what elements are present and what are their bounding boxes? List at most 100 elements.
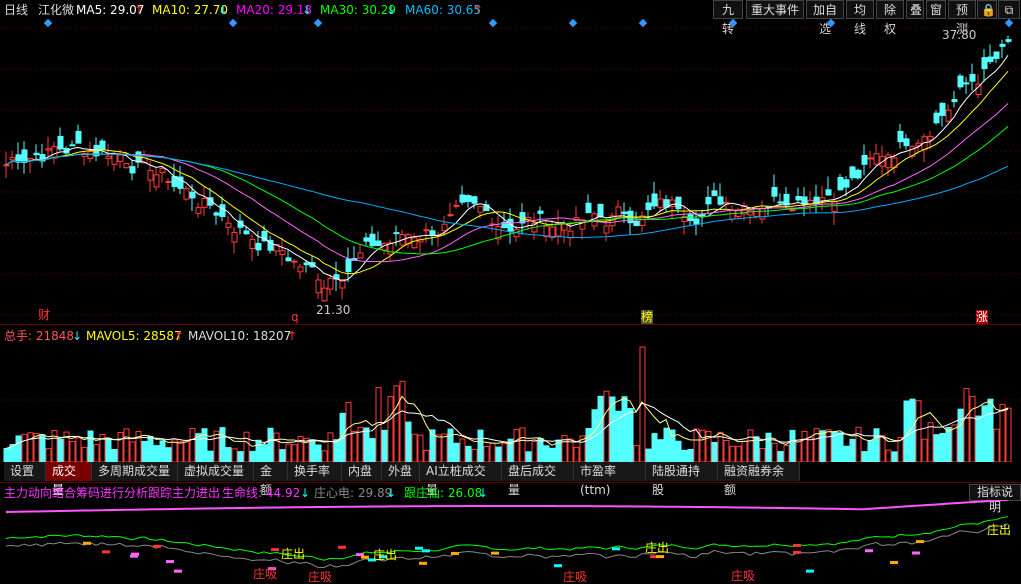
candle-body [279,250,286,256]
event-diamond[interactable] [728,18,738,28]
volume-bar [741,440,748,462]
toolbar-button[interactable]: 均线 [846,0,874,36]
toolbar-button[interactable]: 预测 [948,0,976,36]
volume-bar [957,408,964,462]
toolbar-button[interactable]: 九转 [713,0,743,36]
indicator-chart[interactable] [0,500,1021,583]
toolbar-button[interactable]: 加自选 [806,0,844,36]
candle-body [363,237,370,242]
volume-chart[interactable] [0,342,1021,462]
volume-bar [495,446,502,462]
life-line [5,500,1009,513]
volume-bar [183,439,190,462]
volume-bar [999,403,1006,462]
candle-body [459,194,466,203]
marker-cai[interactable]: 财 [38,308,50,322]
volume-bar [321,450,328,462]
volume-bar [387,396,394,462]
volume-legend-item: MAVOL5: 28587 [86,329,182,343]
toolbar-button[interactable]: 除权 [876,0,904,36]
candle-body [555,222,562,237]
indicator-tab[interactable]: 外盘 [382,462,420,481]
candle-body [1005,39,1012,42]
indicator-tab[interactable]: 金额 [254,462,288,497]
event-diamond[interactable] [313,18,323,28]
volume-bar [399,380,406,462]
candle-body [849,166,856,179]
volume-bar [249,450,256,462]
volume-bar [939,433,946,462]
volume-bar [885,449,892,462]
volume-bar [435,434,442,462]
candle-body [453,204,460,207]
event-diamond[interactable] [488,18,498,28]
candle-body [411,237,418,249]
period-label[interactable]: 日线 [4,3,28,17]
lock-icon[interactable]: 🔒 [977,0,997,19]
candle-body [621,211,628,215]
volume-bar [981,405,988,462]
restore-icon[interactable]: ⧉ [998,0,1020,19]
volume-bar [573,446,580,462]
volume-bar [627,408,634,462]
candle-body [723,201,730,204]
event-diamond[interactable] [1004,18,1014,28]
candle-body [867,157,874,160]
marker-q[interactable]: q [291,310,299,324]
volume-bar [675,440,682,462]
indicator-tab[interactable]: 多周期成交量 [92,462,178,481]
event-diamond[interactable] [43,18,53,28]
indicator-dash [153,544,161,548]
volume-bar [843,445,850,462]
indicator-tab[interactable]: AI立桩成交量 [420,462,502,497]
indicator-legend-item: 主力动向结合筹码进行分析跟踪主力进出 [4,486,221,500]
volume-bar [819,430,826,462]
toolbar-button[interactable]: 叠 [906,0,924,19]
volume-bar [891,451,898,462]
volume-bar [171,439,178,462]
volume-legend-item: ↑ [287,329,298,343]
indicator-dash [916,540,924,544]
candle-body [819,197,826,201]
divider [0,482,1021,483]
volume-bar [867,440,874,462]
toolbar-button[interactable]: 窗 [926,0,946,19]
volume-bar [117,432,124,462]
indicator-tab[interactable]: 陆股通持股 [646,462,718,497]
volume-bar [933,434,940,462]
candle-body [183,188,190,200]
volume-bar [411,433,418,462]
volume-bar [225,447,232,462]
indicator-tab[interactable]: 市盈率(ttm) [574,462,646,497]
volume-bar [549,447,556,462]
price-chart[interactable] [0,18,1021,324]
volume-bar [759,448,766,462]
indicator-tab[interactable]: 成交量 [46,462,92,497]
indicator-tab[interactable]: 内盘 [342,462,382,481]
indicator-tab[interactable]: 盘后成交量 [502,462,574,497]
volume-bar [993,428,1000,462]
event-diamond[interactable] [826,18,836,28]
volume-bar [747,429,754,462]
volume-bar [699,429,706,462]
marker-zhang[interactable]: 涨 [976,310,989,324]
candle-body [843,179,850,188]
indicator-help-button[interactable]: 指标说明 [969,484,1021,514]
candle-body [729,209,736,220]
toolbar-button[interactable]: 重大事件 [746,0,804,19]
volume-bar [285,443,292,462]
indicator-tab[interactable]: 融资融券余额 [718,462,800,497]
ma-arrow: ↑ [134,3,145,17]
event-diamond[interactable] [568,18,578,28]
candle-body [567,230,574,239]
indicator-tag: 庄出 [373,548,398,562]
indicator-tab[interactable]: 虚拟成交量 [178,462,254,481]
indicator-dash [912,551,920,555]
candle-body [231,231,238,243]
indicator-tab[interactable]: 设置 [4,462,46,481]
indicator-tab[interactable]: 换手率 [288,462,342,481]
volume-bar [69,441,76,462]
event-diamond[interactable] [638,18,648,28]
marker-bang[interactable]: 榜 [641,310,654,324]
event-diamond[interactable] [228,18,238,28]
